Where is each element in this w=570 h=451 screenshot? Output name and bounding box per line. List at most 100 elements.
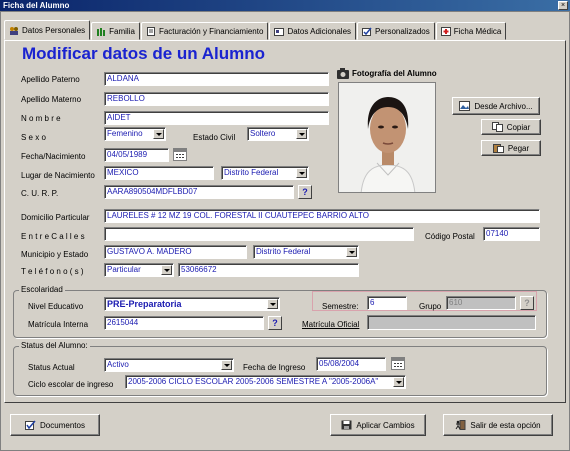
button-label: Desde Archivo... [474,101,533,111]
chevron-down-icon[interactable] [221,360,232,370]
chevron-down-icon[interactable] [296,129,307,139]
tab-label: Familia [109,26,135,36]
lugar-nacimiento-label: Lugar de Nacimiento [21,171,95,180]
grupo-help-button[interactable]: ? [520,296,534,310]
status-legend: Status del Alumno: [19,341,90,350]
button-label: Documentos [40,420,85,430]
calendar-icon[interactable] [173,148,187,161]
entre-calles-input[interactable] [104,227,414,241]
button-label: Copiar [506,122,531,132]
nivel-educativo-label: Nivel Educativo [28,302,84,311]
nombre-label: N o m b r e [21,114,61,123]
tab-strip: Datos Personales Familia Facturación y F… [4,20,507,40]
matricula-interna-label: Matrícula Interna [28,320,89,329]
tab-label: Facturación y Financiamiento [158,26,264,36]
status-actual-select[interactable]: Activo [104,358,234,372]
photo-paste-button[interactable]: Pegar [481,140,541,156]
fecha-nacimiento-label: Fecha/Nacimiento [21,152,86,161]
chevron-down-icon[interactable] [346,247,357,257]
checkmark-icon [362,27,372,36]
aplicar-cambios-button[interactable]: Aplicar Cambios [330,414,426,436]
curp-help-button[interactable]: ? [298,185,312,199]
matricula-interna-input[interactable]: 2615044 [104,316,264,330]
student-photo [338,82,436,193]
apellido-paterno-input[interactable]: ALDANA [104,72,329,86]
status-actual-label: Status Actual [28,363,75,372]
page-title: Modificar datos de un Alumno [22,44,266,63]
lugar-nacimiento-input[interactable]: MEXICO [104,166,214,180]
tab-familia[interactable]: Familia [91,22,140,40]
calendar-icon[interactable] [391,357,405,370]
chevron-down-icon[interactable] [153,129,164,139]
nivel-educativo-select[interactable]: PRE-Preparatoria [104,297,280,311]
chevron-down-icon[interactable] [267,299,278,309]
tab-facturacion[interactable]: Facturación y Financiamiento [140,22,269,40]
window-title: Ficha del Alumno [3,1,70,10]
tab-label: Datos Adicionales [287,26,352,36]
copy-icon [491,122,503,132]
estado-civil-label: Estado Civil [193,133,236,142]
domicilio-input[interactable]: LAURELES # 12 MZ 19 COL. FORESTAL II CUA… [104,209,540,223]
fecha-ingreso-label: Fecha de Ingreso [243,363,306,372]
camera-icon [337,68,349,80]
curp-label: C. U. R. P. [21,189,59,198]
matricula-help-button[interactable]: ? [268,316,282,330]
municipio-estado-value: Distrito Federal [256,247,311,256]
ciclo-escolar-select[interactable]: 2005-2006 CICLO ESCOLAR 2005-2006 SEMEST… [125,375,406,389]
apellido-materno-label: Apellido Materno [21,95,82,104]
nombre-input[interactable]: AIDET [104,111,329,125]
photo-label: Fotografía del Alumno [352,69,437,78]
photo-copy-button[interactable]: Copiar [481,119,541,135]
medical-icon [440,26,451,36]
telefono-type-value: Particular [107,265,141,274]
grupo-input: 610 [446,296,516,310]
button-label: Aplicar Cambios [356,420,415,430]
apellido-paterno-label: Apellido Paterno [21,75,80,84]
chevron-down-icon[interactable] [393,377,404,387]
family-icon [96,27,106,36]
apellido-materno-input[interactable]: REBOLLO [104,92,329,106]
people-icon [9,26,19,35]
card-icon [274,27,285,36]
codigo-postal-input[interactable]: 07140 [483,227,540,241]
telefono-label: T e l é f o n o ( s ) [21,267,84,276]
sexo-value: Femenino [107,129,143,138]
tab-personalizados[interactable]: Personalizados [357,22,435,40]
sexo-label: S e x o [21,133,46,142]
curp-input[interactable]: AARA890504MDFLBD07 [104,185,294,199]
matricula-oficial-label: Matrícula Oficial [302,320,360,329]
documentos-button[interactable]: Documentos [10,414,100,436]
window-titlebar: Ficha del Alumno [0,0,570,11]
municipio-input[interactable]: GUSTAVO A. MADERO [104,245,247,259]
button-label: Pegar [507,143,530,153]
salir-button[interactable]: Salir de esta opción [443,414,553,436]
tab-ficha-medica[interactable]: Ficha Médica [435,22,507,40]
nivel-educativo-value: PRE-Preparatoria [107,299,182,309]
lugar-estado-select[interactable]: Distrito Federal [221,166,309,180]
save-icon [341,420,352,430]
chevron-down-icon[interactable] [161,265,172,275]
chevron-down-icon[interactable] [296,168,307,178]
estado-civil-select[interactable]: Soltero [247,127,309,141]
tab-label: Datos Personales [22,25,86,35]
tab-datos-personales[interactable]: Datos Personales [4,20,91,40]
estado-civil-value: Soltero [250,129,276,138]
telefono-input[interactable]: 53066672 [178,263,359,277]
semestre-input[interactable]: 6 [367,296,407,310]
status-actual-value: Activo [107,360,129,369]
semestre-label: Semestre: [322,302,359,311]
sexo-select[interactable]: Femenino [104,127,166,141]
grupo-label: Grupo [419,302,442,311]
domicilio-label: Domicilio Particular [21,213,90,222]
tab-datos-adicionales[interactable]: Datos Adicionales [269,22,357,40]
lugar-estado-value: Distrito Federal [224,168,279,177]
button-label: Salir de esta opción [470,420,541,430]
telefono-type-select[interactable]: Particular [104,263,174,277]
municipio-estado-select[interactable]: Distrito Federal [253,245,359,259]
photo-from-file-button[interactable]: Desde Archivo... [452,97,540,115]
fecha-ingreso-input[interactable]: 05/08/2004 [316,357,386,371]
codigo-postal-label: Código Postal [425,232,475,241]
fecha-nacimiento-input[interactable]: 04/05/1989 [104,148,169,162]
ciclo-escolar-label: Ciclo escolar de ingreso [28,380,114,389]
close-button[interactable]: × [558,1,568,10]
